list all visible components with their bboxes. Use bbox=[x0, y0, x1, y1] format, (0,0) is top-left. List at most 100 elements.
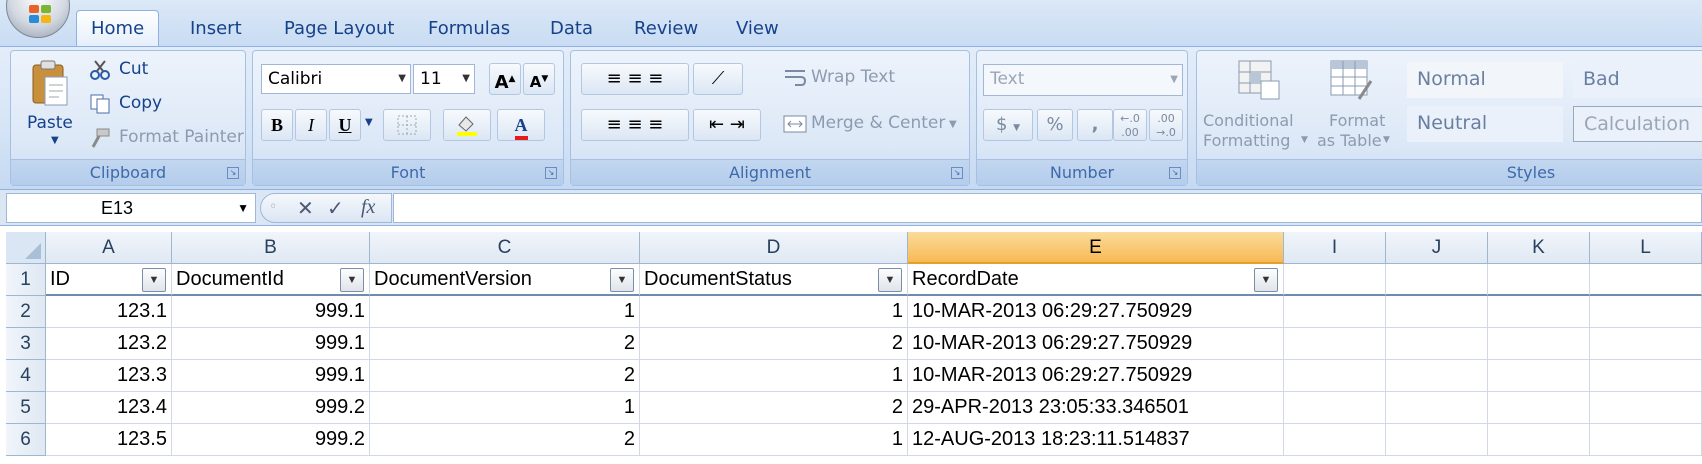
empty-cell[interactable] bbox=[1488, 328, 1590, 360]
empty-cell[interactable] bbox=[1284, 264, 1386, 296]
style-normal[interactable]: Normal bbox=[1407, 62, 1563, 98]
table-cell[interactable]: 123.2 bbox=[46, 328, 172, 360]
column-header-j[interactable]: J bbox=[1386, 232, 1488, 264]
row-header-6[interactable]: 6 bbox=[6, 424, 46, 456]
merge-center-button[interactable]: Merge & Center bbox=[811, 113, 945, 133]
table-cell[interactable]: 1 bbox=[370, 392, 640, 424]
filter-dropdown-icon[interactable]: ▼ bbox=[340, 268, 364, 292]
cancel-icon[interactable]: ✕ bbox=[297, 196, 314, 220]
insert-function-icon[interactable]: fx bbox=[361, 196, 375, 219]
empty-cell[interactable] bbox=[1488, 424, 1590, 456]
empty-cell[interactable] bbox=[1284, 360, 1386, 392]
empty-cell[interactable] bbox=[1590, 264, 1702, 296]
empty-cell[interactable] bbox=[1284, 424, 1386, 456]
orientation-button[interactable]: ⟋ bbox=[693, 63, 743, 95]
vertical-align-buttons[interactable]: ≡ ≡ ≡ bbox=[581, 63, 689, 95]
table-cell[interactable]: 10-MAR-2013 06:29:27.750929 bbox=[908, 328, 1284, 360]
copy-button[interactable]: Copy bbox=[119, 93, 162, 113]
empty-cell[interactable] bbox=[1386, 360, 1488, 392]
office-button[interactable] bbox=[6, 0, 70, 38]
formula-input[interactable] bbox=[393, 193, 1702, 223]
table-cell[interactable]: 1 bbox=[640, 424, 908, 456]
column-header-e[interactable]: E bbox=[908, 232, 1284, 264]
enter-icon[interactable]: ✓ bbox=[327, 196, 344, 220]
tab-review[interactable]: Review bbox=[626, 14, 706, 46]
table-cell[interactable]: 123.4 bbox=[46, 392, 172, 424]
empty-cell[interactable] bbox=[1590, 296, 1702, 328]
underline-button[interactable]: U bbox=[329, 109, 361, 141]
fill-color-button[interactable] bbox=[443, 109, 491, 141]
table-header-cell[interactable]: RecordDate ▼ bbox=[908, 264, 1284, 296]
format-as-table-button[interactable]: Format as Table ▼ bbox=[1315, 55, 1395, 155]
tab-insert[interactable]: Insert bbox=[182, 14, 250, 46]
increase-decimal-button[interactable]: ←.0.00 bbox=[1113, 109, 1147, 141]
style-bad[interactable]: Bad bbox=[1573, 62, 1702, 98]
shrink-font-button[interactable]: A▼ bbox=[523, 63, 555, 95]
row-header-3[interactable]: 3 bbox=[6, 328, 46, 360]
filter-dropdown-icon[interactable]: ▼ bbox=[142, 268, 166, 292]
empty-cell[interactable] bbox=[1386, 424, 1488, 456]
column-header-a[interactable]: A bbox=[46, 232, 172, 264]
tab-home[interactable]: Home bbox=[76, 10, 160, 48]
paste-button[interactable]: Paste ▼ bbox=[17, 55, 81, 155]
table-cell[interactable]: 10-MAR-2013 06:29:27.750929 bbox=[908, 360, 1284, 392]
table-cell[interactable]: 1 bbox=[640, 360, 908, 392]
empty-cell[interactable] bbox=[1284, 296, 1386, 328]
table-cell[interactable]: 999.2 bbox=[172, 424, 370, 456]
column-header-c[interactable]: C bbox=[370, 232, 640, 264]
indent-buttons[interactable]: ⇤ ⇥ bbox=[693, 109, 761, 141]
empty-cell[interactable] bbox=[1590, 360, 1702, 392]
table-cell[interactable]: 999.1 bbox=[172, 296, 370, 328]
table-header-cell[interactable]: ID ▼ bbox=[46, 264, 172, 296]
table-cell[interactable]: 999.1 bbox=[172, 360, 370, 392]
grow-font-button[interactable]: A▲ bbox=[489, 63, 521, 95]
table-cell[interactable]: 123.3 bbox=[46, 360, 172, 392]
table-cell[interactable]: 123.1 bbox=[46, 296, 172, 328]
row-header-4[interactable]: 4 bbox=[6, 360, 46, 392]
style-calculation[interactable]: Calculation bbox=[1573, 106, 1702, 142]
empty-cell[interactable] bbox=[1488, 360, 1590, 392]
paste-dropdown-icon[interactable]: ▼ bbox=[51, 135, 59, 146]
number-format-dropdown[interactable]: Text ▼ bbox=[983, 64, 1183, 96]
empty-cell[interactable] bbox=[1284, 328, 1386, 360]
clipboard-dialog-launcher-icon[interactable]: ↘ bbox=[227, 167, 239, 179]
currency-button[interactable]: $ ▼ bbox=[983, 109, 1033, 141]
table-cell[interactable]: 29-APR-2013 23:05:33.346501 bbox=[908, 392, 1284, 424]
cut-button[interactable]: Cut bbox=[119, 59, 148, 79]
merge-dropdown-icon[interactable]: ▼ bbox=[949, 119, 957, 130]
table-cell[interactable]: 10-MAR-2013 06:29:27.750929 bbox=[908, 296, 1284, 328]
column-header-k[interactable]: K bbox=[1488, 232, 1590, 264]
filter-dropdown-icon[interactable]: ▼ bbox=[1254, 268, 1278, 292]
font-size-dropdown[interactable]: 11 ▼ bbox=[413, 64, 475, 94]
filter-dropdown-icon[interactable]: ▼ bbox=[878, 268, 902, 292]
row-header-5[interactable]: 5 bbox=[6, 392, 46, 424]
empty-cell[interactable] bbox=[1386, 328, 1488, 360]
column-header-d[interactable]: D bbox=[640, 232, 908, 264]
table-header-cell[interactable]: DocumentId ▼ bbox=[172, 264, 370, 296]
tab-formulas[interactable]: Formulas bbox=[420, 14, 518, 46]
number-dialog-launcher-icon[interactable]: ↘ bbox=[1169, 167, 1181, 179]
table-header-cell[interactable]: DocumentVersion ▼ bbox=[370, 264, 640, 296]
conditional-formatting-button[interactable]: Conditional Formatting ▼ bbox=[1203, 55, 1313, 155]
row-header-2[interactable]: 2 bbox=[6, 296, 46, 328]
name-box[interactable]: E13 ▼ bbox=[6, 193, 256, 223]
empty-cell[interactable] bbox=[1590, 392, 1702, 424]
table-cell[interactable]: 2 bbox=[370, 360, 640, 392]
bold-button[interactable]: B bbox=[261, 109, 293, 141]
alignment-dialog-launcher-icon[interactable]: ↘ bbox=[951, 167, 963, 179]
empty-cell[interactable] bbox=[1284, 392, 1386, 424]
table-cell[interactable]: 999.1 bbox=[172, 328, 370, 360]
font-name-dropdown[interactable]: Calibri ▼ bbox=[261, 64, 411, 94]
empty-cell[interactable] bbox=[1488, 296, 1590, 328]
table-cell[interactable]: 12-AUG-2013 18:23:11.514837 bbox=[908, 424, 1284, 456]
table-cell[interactable]: 2 bbox=[640, 328, 908, 360]
format-painter-button[interactable]: Format Painter bbox=[119, 127, 244, 147]
italic-button[interactable]: I bbox=[295, 109, 327, 141]
comma-button[interactable]: , bbox=[1077, 109, 1113, 141]
horizontal-align-buttons[interactable]: ≡ ≡ ≡ bbox=[581, 109, 689, 141]
font-dialog-launcher-icon[interactable]: ↘ bbox=[545, 167, 557, 179]
column-header-i[interactable]: I bbox=[1284, 232, 1386, 264]
row-header-1[interactable]: 1 bbox=[6, 264, 46, 296]
filter-dropdown-icon[interactable]: ▼ bbox=[610, 268, 634, 292]
table-cell[interactable]: 2 bbox=[370, 424, 640, 456]
